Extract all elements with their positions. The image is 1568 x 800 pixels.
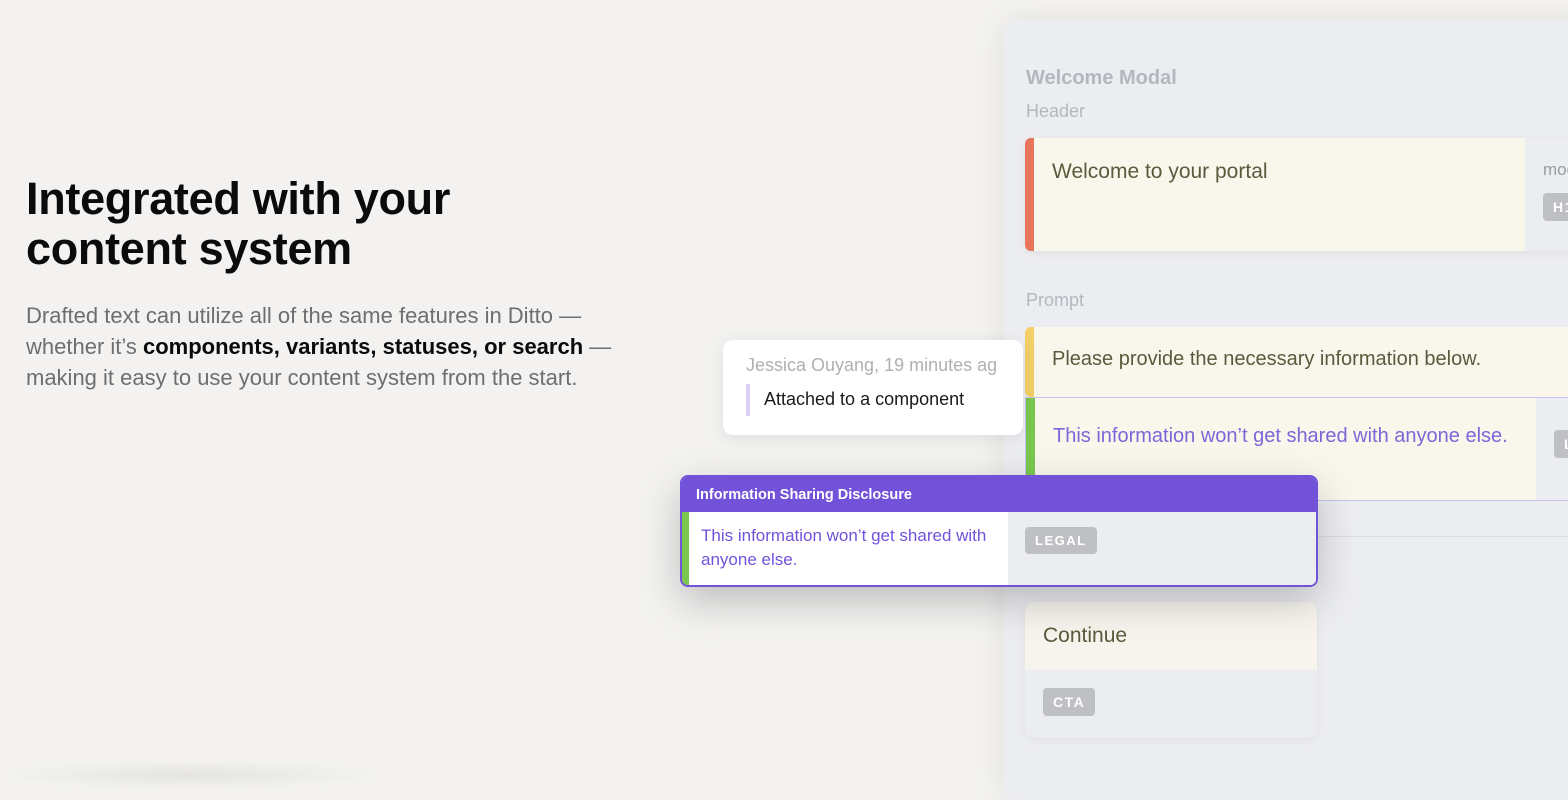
hero-description-features: components, variants, statuses, or searc… [142,334,584,359]
welcome-modal-panel: Welcome Modal Header Welcome to your por… [1003,20,1568,800]
hero-title: Integrated with your content system [26,173,451,274]
component-status-bar [682,512,689,585]
hero-description: Drafted text can utilize all of the same… [26,300,626,393]
modal-title: Welcome Modal [1026,67,1177,89]
component-title: Information Sharing Disclosure [682,477,1316,512]
comment-author-time: Jessica Ouyang, 19 minutes ag [746,355,998,375]
header-section-label: Header [1026,101,1086,121]
legal-metadata: LE [1536,398,1568,500]
header-status-bar [1025,138,1034,251]
comment-quote-bar [746,384,750,416]
prompt-text: Please provide the necessary information… [1034,327,1568,397]
cta-metadata: CTA [1025,670,1317,738]
cta-text-item[interactable]: Continue CTA [1025,602,1317,738]
prompt-status-bar [1025,327,1034,397]
component-metadata: LEGAL [1008,512,1316,585]
header-metadata-label: moc [1543,160,1568,179]
comment-card[interactable]: Jessica Ouyang, 19 minutes ag Attached t… [723,340,1023,435]
header-text-item[interactable]: Welcome to your portal moc H1 [1025,138,1568,251]
prompt-text-item[interactable]: Please provide the necessary information… [1025,327,1568,397]
comment-text: Attached to a component [764,389,965,409]
cta-tag-badge: CTA [1043,688,1096,716]
component-card[interactable]: Information Sharing Disclosure This info… [680,475,1318,587]
component-body: This information won’t get shared with a… [682,512,1316,585]
component-tag-badge: LEGAL [1025,527,1097,554]
component-text: This information won’t get shared with a… [701,526,987,569]
cta-text: Continue [1025,602,1317,670]
header-tag-badge: H1 [1543,193,1568,221]
header-metadata: moc H1 [1525,138,1568,251]
legal-tag-badge: LE [1554,430,1568,458]
header-text: Welcome to your portal [1034,138,1525,251]
prompt-section-label: Prompt [1026,290,1085,310]
bottom-shadow [0,760,380,790]
